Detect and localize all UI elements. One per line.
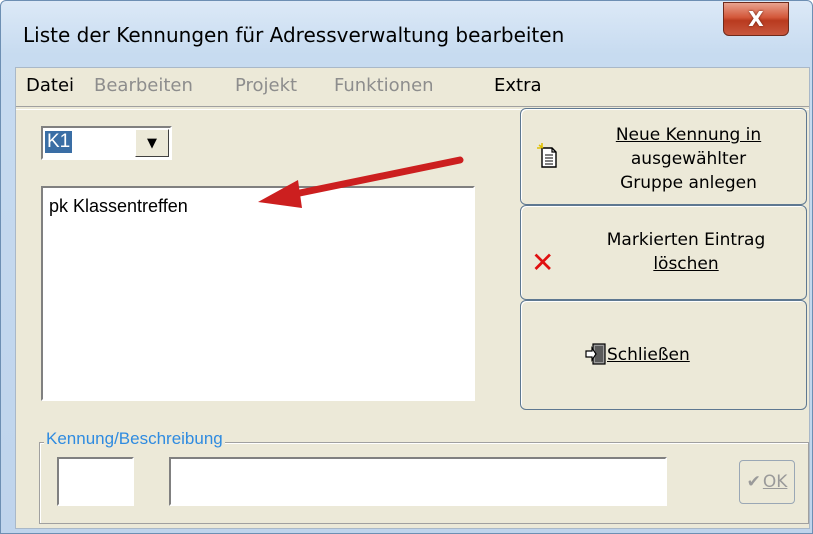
ok-button[interactable]: ✔ OK bbox=[739, 460, 795, 504]
delete-entry-label: Markierten Eintrag löschen bbox=[576, 228, 796, 276]
window-title: Liste der Kennungen für Adressverwaltung… bbox=[23, 23, 565, 47]
close-dialog-label-wrap: Schließen bbox=[607, 343, 690, 367]
annotation-arrow bbox=[258, 156, 464, 208]
dialog-client-area: Datei Bearbeiten Projekt Funktionen Extr… bbox=[15, 67, 810, 529]
menu-datei[interactable]: Datei bbox=[26, 75, 74, 96]
new-kennung-line1: Neue Kennung in bbox=[615, 125, 762, 145]
beschreibung-field[interactable] bbox=[169, 457, 667, 506]
chevron-down-icon[interactable]: ▼ bbox=[135, 129, 169, 157]
checkmark-icon: ✔ bbox=[746, 472, 761, 492]
close-dialog-label: Schließen bbox=[607, 345, 690, 365]
new-kennung-line3: Gruppe anlegen bbox=[620, 173, 757, 193]
ok-button-label: OK bbox=[762, 472, 788, 492]
new-kennung-line2: ausgewählter bbox=[630, 149, 747, 169]
dialog-window: Liste der Kennungen für Adressverwaltung… bbox=[0, 0, 813, 534]
delete-entry-line2: löschen bbox=[653, 254, 719, 274]
group-label: Kennung/Beschreibung bbox=[44, 429, 225, 449]
list-item[interactable]: pk Klassentreffen bbox=[49, 196, 188, 217]
delete-entry-button[interactable]: ✕ Markierten Eintrag löschen bbox=[520, 205, 807, 300]
close-window-button[interactable]: X bbox=[723, 2, 789, 36]
menu-funktionen[interactable]: Funktionen bbox=[334, 75, 434, 96]
red-x-icon: ✕ bbox=[531, 246, 555, 279]
close-dialog-button[interactable]: Schließen bbox=[520, 300, 807, 410]
menu-bearbeiten[interactable]: Bearbeiten bbox=[94, 75, 193, 96]
new-document-icon bbox=[537, 143, 557, 168]
group-combobox[interactable]: K1 ▼ bbox=[41, 126, 172, 160]
kennung-code-field[interactable] bbox=[57, 457, 134, 506]
group-combobox-value: K1 bbox=[45, 131, 73, 153]
menu-extra[interactable]: Extra bbox=[494, 75, 542, 96]
exit-door-icon bbox=[585, 343, 606, 365]
delete-entry-line1: Markierten Eintrag bbox=[606, 230, 766, 250]
menu-projekt[interactable]: Projekt bbox=[235, 75, 297, 96]
new-kennung-button[interactable]: Neue Kennung in ausgewählter Gruppe anle… bbox=[520, 108, 807, 205]
menu-bar: Datei Bearbeiten Projekt Funktionen Extr… bbox=[16, 68, 809, 106]
title-bar: Liste der Kennungen für Adressverwaltung… bbox=[1, 1, 812, 67]
new-kennung-label: Neue Kennung in ausgewählter Gruppe anle… bbox=[581, 123, 796, 195]
